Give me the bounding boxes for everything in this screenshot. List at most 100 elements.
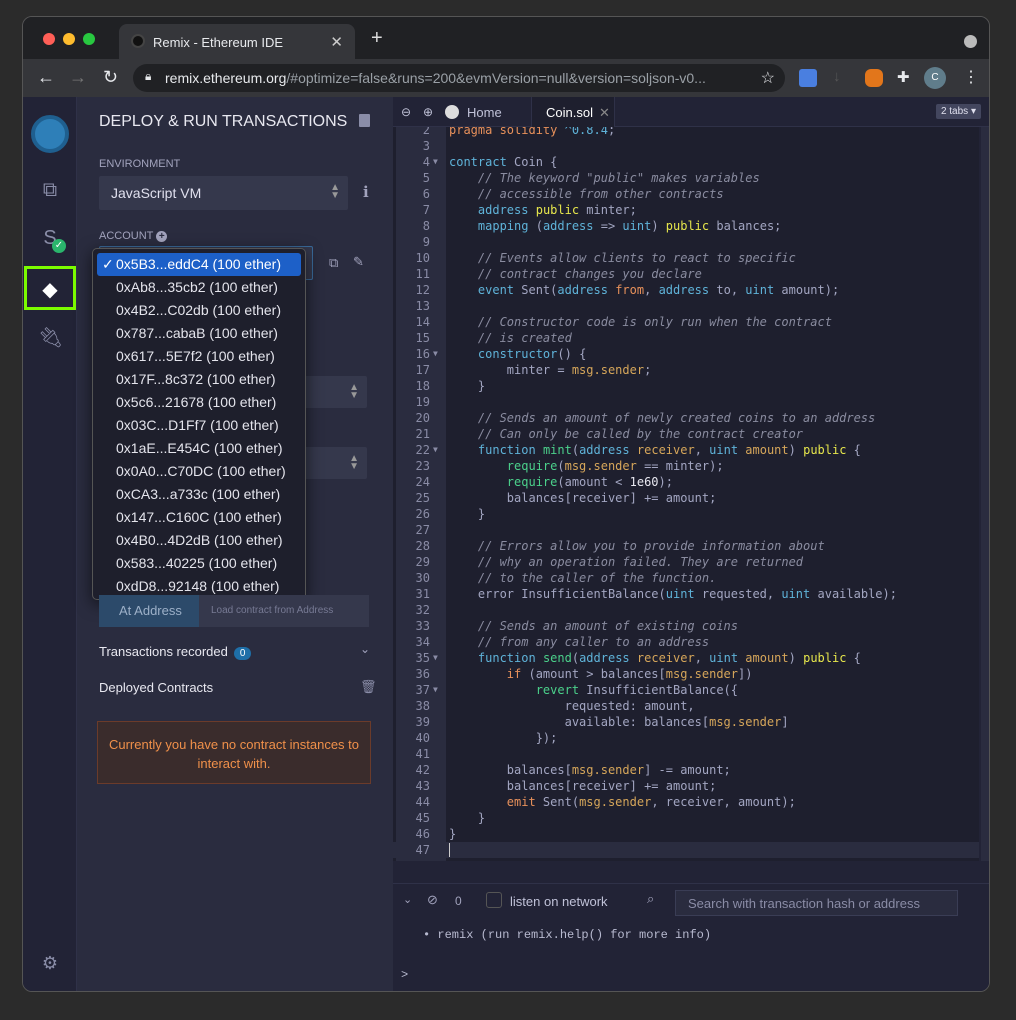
solidity-compiler-icon[interactable]: S ✓ bbox=[38, 227, 66, 253]
tab-home[interactable]: Home bbox=[445, 97, 502, 127]
code-token: ; bbox=[644, 363, 652, 377]
new-tab-button[interactable]: + bbox=[371, 27, 383, 50]
deploy-run-icon[interactable]: ◆ bbox=[38, 277, 62, 301]
code-text: requested: amount, bbox=[449, 698, 695, 714]
code-line: 45 } bbox=[393, 810, 979, 826]
back-icon[interactable]: ← bbox=[37, 67, 55, 88]
code-text: // is created bbox=[449, 330, 572, 346]
code-token: requested, bbox=[694, 587, 782, 601]
collapse-terminal-icon[interactable]: ⌄ bbox=[403, 893, 412, 906]
account-option-label: 0x617...5E7f2 (100 ether) bbox=[116, 348, 275, 364]
code-token: } bbox=[449, 811, 486, 825]
code-token: minter = bbox=[449, 363, 572, 377]
zoom-out-icon[interactable]: ⊖ bbox=[401, 97, 411, 127]
code-editor[interactable]: 2 pragma solidity ^0.8.4; 3 4 ▼ contract Coin… bbox=[393, 127, 979, 861]
account-label: ACCOUNT + bbox=[99, 230, 168, 242]
account-option[interactable]: 0x1aE...E454C (100 ether) bbox=[97, 437, 301, 460]
account-option[interactable]: 0x5c6...21678 (100 ether) bbox=[97, 391, 301, 414]
account-option[interactable]: 0xAb8...35cb2 (100 ether) bbox=[97, 276, 301, 299]
plugin-manager-icon[interactable]: 🔌︎ bbox=[38, 325, 63, 349]
account-dropdown: ✓ 0x5B3...eddC4 (100 ether) 0xAb8...35cb2 … bbox=[92, 248, 306, 600]
file-explorer-icon[interactable]: ⧉ bbox=[38, 179, 62, 203]
code-line: 23 require(msg.sender == minter); bbox=[393, 458, 979, 474]
account-option[interactable]: 0x17F...8c372 (100 ether) bbox=[97, 368, 301, 391]
copy-address-icon[interactable]: ⧉ bbox=[329, 255, 338, 271]
profile-avatar[interactable]: C bbox=[924, 67, 946, 89]
close-window-button[interactable] bbox=[43, 33, 55, 45]
code-token: available); bbox=[810, 587, 897, 601]
fold-arrow-icon[interactable]: ▼ bbox=[433, 346, 438, 362]
metamask-extension-icon[interactable] bbox=[865, 69, 883, 87]
trash-icon[interactable]: 🗑︎ bbox=[360, 679, 377, 695]
account-option[interactable]: 0x147...C160C (100 ether) bbox=[97, 506, 301, 529]
fold-arrow-icon[interactable]: ▼ bbox=[433, 650, 438, 666]
code-line: 2 pragma solidity ^0.8.4; bbox=[393, 127, 979, 138]
account-option-label: 0x5c6...21678 (100 ether) bbox=[116, 394, 277, 410]
account-option[interactable]: 0x4B2...C02db (100 ether) bbox=[97, 299, 301, 322]
download-icon[interactable]: ↓ bbox=[833, 68, 841, 85]
account-option[interactable]: ✓ 0x5B3...eddC4 (100 ether) bbox=[97, 253, 301, 276]
browser-menu-icon[interactable]: ⋮ bbox=[963, 67, 979, 87]
browser-tab[interactable]: Remix - Ethereum IDE ✕ bbox=[119, 24, 355, 59]
clear-console-icon[interactable]: ⊘ bbox=[427, 892, 438, 908]
fold-arrow-icon[interactable]: ▼ bbox=[433, 682, 438, 698]
editor-scrollbar[interactable] bbox=[981, 127, 989, 861]
line-number: 22 bbox=[415, 443, 430, 457]
code-token: address bbox=[477, 203, 529, 217]
environment-select[interactable]: JavaScript VM ▲ ▼ bbox=[99, 176, 348, 210]
at-address-button[interactable]: At Address bbox=[99, 595, 199, 627]
account-option[interactable]: 0x787...cabaB (100 ether) bbox=[97, 322, 301, 345]
remix-logo-icon[interactable] bbox=[31, 115, 69, 153]
line-number: 3 bbox=[422, 139, 430, 153]
minimize-window-button[interactable] bbox=[63, 33, 75, 45]
add-account-icon[interactable]: + bbox=[156, 231, 168, 242]
extensions-puzzle-icon[interactable]: ✚ bbox=[897, 68, 910, 86]
tab-search-button[interactable] bbox=[964, 35, 977, 48]
forward-icon[interactable]: → bbox=[69, 67, 87, 88]
account-option[interactable]: 0xCA3...a733c (100 ether) bbox=[97, 483, 301, 506]
bookmark-star-icon[interactable]: ☆ bbox=[761, 68, 775, 88]
sign-message-edit-icon[interactable]: ✎ bbox=[353, 254, 364, 270]
account-option-label: 0x0A0...C70DC (100 ether) bbox=[116, 463, 286, 479]
maximize-window-button[interactable] bbox=[83, 33, 95, 45]
fold-arrow-icon[interactable]: ▼ bbox=[433, 154, 438, 170]
code-line: 41 bbox=[393, 746, 979, 762]
tab-coin-sol[interactable]: Coin.sol ✕ bbox=[531, 97, 615, 127]
code-token: { bbox=[846, 651, 861, 665]
listen-network-checkbox[interactable] bbox=[486, 892, 502, 908]
tabs-count-dropdown[interactable]: 2 tabs ▾ bbox=[935, 104, 981, 119]
code-token: available: balances[ bbox=[449, 715, 710, 729]
close-tab-icon[interactable]: ✕ bbox=[599, 105, 610, 120]
transactions-recorded-header[interactable]: Transactions recorded 0 bbox=[99, 644, 252, 660]
terminal-prompt[interactable]: > bbox=[401, 968, 408, 982]
close-tab-icon[interactable]: ✕ bbox=[330, 33, 343, 51]
fold-arrow-icon[interactable]: ▼ bbox=[433, 442, 438, 458]
account-option[interactable]: 0x4B0...4D2dB (100 ether) bbox=[97, 529, 301, 552]
code-line: 4 ▼ contract Coin { bbox=[393, 154, 979, 170]
load-contract-address-input[interactable]: Load contract from Address bbox=[199, 595, 369, 627]
code-text: balances[msg.sender] -= amount; bbox=[449, 762, 731, 778]
account-option[interactable]: 0x0A0...C70DC (100 ether) bbox=[97, 460, 301, 483]
account-option[interactable]: 0x617...5E7f2 (100 ether) bbox=[97, 345, 301, 368]
documentation-book-icon[interactable] bbox=[359, 114, 370, 127]
transaction-search-input[interactable]: Search with transaction hash or address bbox=[675, 890, 958, 916]
environment-info-icon[interactable]: i bbox=[363, 183, 369, 201]
account-option[interactable]: 0x03C...D1Ff7 (100 ether) bbox=[97, 414, 301, 437]
zoom-in-icon[interactable]: ⊕ bbox=[423, 97, 433, 127]
translate-extension-icon[interactable] bbox=[799, 69, 817, 87]
url-input[interactable]: 🔒︎ remix.ethereum.org/#optimize=false&ru… bbox=[133, 64, 785, 92]
reload-icon[interactable]: ↻ bbox=[103, 67, 118, 88]
code-line: 24 require(amount < 1e60); bbox=[393, 474, 979, 490]
chevron-down-icon[interactable]: ⌄ bbox=[360, 642, 370, 656]
account-option[interactable]: 0x583...40225 (100 ether) bbox=[97, 552, 301, 575]
settings-gear-icon[interactable]: ⚙ bbox=[38, 953, 62, 977]
